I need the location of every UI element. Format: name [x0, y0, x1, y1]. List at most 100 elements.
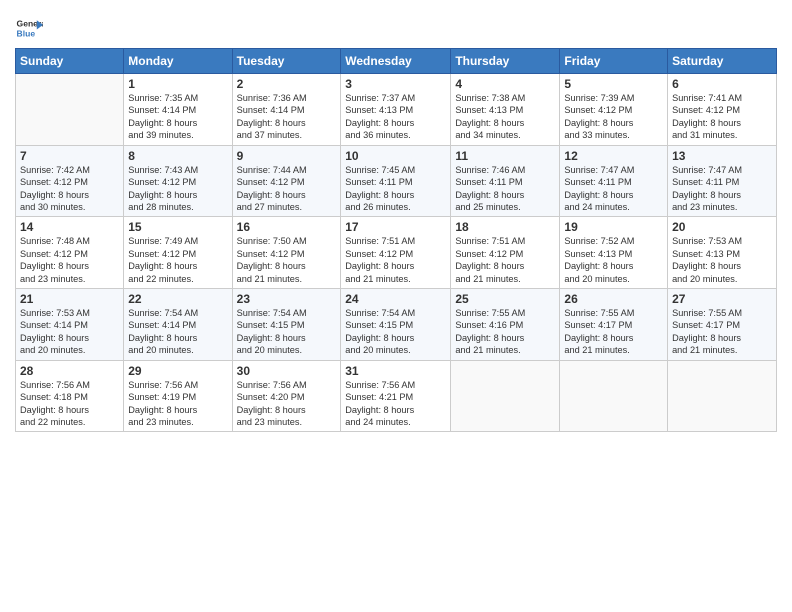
day-number: 22: [128, 292, 227, 306]
calendar-cell: 29Sunrise: 7:56 AM Sunset: 4:19 PM Dayli…: [124, 360, 232, 432]
calendar-cell: 10Sunrise: 7:45 AM Sunset: 4:11 PM Dayli…: [341, 145, 451, 217]
calendar-cell: [451, 360, 560, 432]
calendar-cell: [560, 360, 668, 432]
day-header: Monday: [124, 49, 232, 74]
cell-content: Sunrise: 7:51 AM Sunset: 4:12 PM Dayligh…: [345, 235, 446, 285]
cell-content: Sunrise: 7:56 AM Sunset: 4:20 PM Dayligh…: [237, 379, 337, 429]
calendar-cell: 26Sunrise: 7:55 AM Sunset: 4:17 PM Dayli…: [560, 289, 668, 361]
calendar-cell: 22Sunrise: 7:54 AM Sunset: 4:14 PM Dayli…: [124, 289, 232, 361]
day-number: 28: [20, 364, 119, 378]
calendar-week-row: 14Sunrise: 7:48 AM Sunset: 4:12 PM Dayli…: [16, 217, 777, 289]
cell-content: Sunrise: 7:48 AM Sunset: 4:12 PM Dayligh…: [20, 235, 119, 285]
day-number: 26: [564, 292, 663, 306]
day-number: 16: [237, 220, 337, 234]
cell-content: Sunrise: 7:43 AM Sunset: 4:12 PM Dayligh…: [128, 164, 227, 214]
day-number: 7: [20, 149, 119, 163]
cell-content: Sunrise: 7:51 AM Sunset: 4:12 PM Dayligh…: [455, 235, 555, 285]
day-number: 9: [237, 149, 337, 163]
cell-content: Sunrise: 7:39 AM Sunset: 4:12 PM Dayligh…: [564, 92, 663, 142]
day-number: 3: [345, 77, 446, 91]
day-number: 25: [455, 292, 555, 306]
day-header: Tuesday: [232, 49, 341, 74]
day-number: 8: [128, 149, 227, 163]
cell-content: Sunrise: 7:56 AM Sunset: 4:21 PM Dayligh…: [345, 379, 446, 429]
day-header: Wednesday: [341, 49, 451, 74]
calendar-cell: 3Sunrise: 7:37 AM Sunset: 4:13 PM Daylig…: [341, 74, 451, 146]
cell-content: Sunrise: 7:56 AM Sunset: 4:19 PM Dayligh…: [128, 379, 227, 429]
calendar-cell: 1Sunrise: 7:35 AM Sunset: 4:14 PM Daylig…: [124, 74, 232, 146]
day-number: 17: [345, 220, 446, 234]
day-number: 18: [455, 220, 555, 234]
calendar-cell: 30Sunrise: 7:56 AM Sunset: 4:20 PM Dayli…: [232, 360, 341, 432]
calendar-cell: 24Sunrise: 7:54 AM Sunset: 4:15 PM Dayli…: [341, 289, 451, 361]
calendar-cell: 23Sunrise: 7:54 AM Sunset: 4:15 PM Dayli…: [232, 289, 341, 361]
day-number: 1: [128, 77, 227, 91]
day-number: 5: [564, 77, 663, 91]
day-header: Sunday: [16, 49, 124, 74]
calendar-cell: 12Sunrise: 7:47 AM Sunset: 4:11 PM Dayli…: [560, 145, 668, 217]
day-number: 13: [672, 149, 772, 163]
calendar-cell: 9Sunrise: 7:44 AM Sunset: 4:12 PM Daylig…: [232, 145, 341, 217]
day-number: 6: [672, 77, 772, 91]
cell-content: Sunrise: 7:52 AM Sunset: 4:13 PM Dayligh…: [564, 235, 663, 285]
calendar-cell: 8Sunrise: 7:43 AM Sunset: 4:12 PM Daylig…: [124, 145, 232, 217]
cell-content: Sunrise: 7:37 AM Sunset: 4:13 PM Dayligh…: [345, 92, 446, 142]
day-header: Saturday: [668, 49, 777, 74]
day-number: 4: [455, 77, 555, 91]
day-number: 27: [672, 292, 772, 306]
calendar-header-row: SundayMondayTuesdayWednesdayThursdayFrid…: [16, 49, 777, 74]
day-header: Friday: [560, 49, 668, 74]
calendar-cell: 27Sunrise: 7:55 AM Sunset: 4:17 PM Dayli…: [668, 289, 777, 361]
cell-content: Sunrise: 7:55 AM Sunset: 4:16 PM Dayligh…: [455, 307, 555, 357]
day-number: 10: [345, 149, 446, 163]
day-number: 21: [20, 292, 119, 306]
day-number: 2: [237, 77, 337, 91]
header: General Blue: [15, 10, 777, 42]
cell-content: Sunrise: 7:53 AM Sunset: 4:14 PM Dayligh…: [20, 307, 119, 357]
day-number: 14: [20, 220, 119, 234]
day-header: Thursday: [451, 49, 560, 74]
cell-content: Sunrise: 7:42 AM Sunset: 4:12 PM Dayligh…: [20, 164, 119, 214]
cell-content: Sunrise: 7:50 AM Sunset: 4:12 PM Dayligh…: [237, 235, 337, 285]
calendar-cell: 25Sunrise: 7:55 AM Sunset: 4:16 PM Dayli…: [451, 289, 560, 361]
calendar-cell: 11Sunrise: 7:46 AM Sunset: 4:11 PM Dayli…: [451, 145, 560, 217]
calendar-cell: 21Sunrise: 7:53 AM Sunset: 4:14 PM Dayli…: [16, 289, 124, 361]
calendar-week-row: 7Sunrise: 7:42 AM Sunset: 4:12 PM Daylig…: [16, 145, 777, 217]
day-number: 20: [672, 220, 772, 234]
calendar-cell: 17Sunrise: 7:51 AM Sunset: 4:12 PM Dayli…: [341, 217, 451, 289]
calendar-cell: 31Sunrise: 7:56 AM Sunset: 4:21 PM Dayli…: [341, 360, 451, 432]
calendar-cell: 5Sunrise: 7:39 AM Sunset: 4:12 PM Daylig…: [560, 74, 668, 146]
calendar-cell: 6Sunrise: 7:41 AM Sunset: 4:12 PM Daylig…: [668, 74, 777, 146]
logo: General Blue: [15, 14, 46, 42]
day-number: 12: [564, 149, 663, 163]
calendar-week-row: 28Sunrise: 7:56 AM Sunset: 4:18 PM Dayli…: [16, 360, 777, 432]
cell-content: Sunrise: 7:45 AM Sunset: 4:11 PM Dayligh…: [345, 164, 446, 214]
cell-content: Sunrise: 7:44 AM Sunset: 4:12 PM Dayligh…: [237, 164, 337, 214]
cell-content: Sunrise: 7:38 AM Sunset: 4:13 PM Dayligh…: [455, 92, 555, 142]
calendar-cell: 19Sunrise: 7:52 AM Sunset: 4:13 PM Dayli…: [560, 217, 668, 289]
cell-content: Sunrise: 7:54 AM Sunset: 4:15 PM Dayligh…: [345, 307, 446, 357]
cell-content: Sunrise: 7:49 AM Sunset: 4:12 PM Dayligh…: [128, 235, 227, 285]
calendar-cell: 13Sunrise: 7:47 AM Sunset: 4:11 PM Dayli…: [668, 145, 777, 217]
cell-content: Sunrise: 7:47 AM Sunset: 4:11 PM Dayligh…: [564, 164, 663, 214]
calendar-cell: 16Sunrise: 7:50 AM Sunset: 4:12 PM Dayli…: [232, 217, 341, 289]
day-number: 15: [128, 220, 227, 234]
day-number: 24: [345, 292, 446, 306]
cell-content: Sunrise: 7:36 AM Sunset: 4:14 PM Dayligh…: [237, 92, 337, 142]
calendar-cell: 20Sunrise: 7:53 AM Sunset: 4:13 PM Dayli…: [668, 217, 777, 289]
calendar-cell: 15Sunrise: 7:49 AM Sunset: 4:12 PM Dayli…: [124, 217, 232, 289]
cell-content: Sunrise: 7:41 AM Sunset: 4:12 PM Dayligh…: [672, 92, 772, 142]
day-number: 29: [128, 364, 227, 378]
cell-content: Sunrise: 7:55 AM Sunset: 4:17 PM Dayligh…: [672, 307, 772, 357]
calendar-cell: [16, 74, 124, 146]
calendar-cell: 28Sunrise: 7:56 AM Sunset: 4:18 PM Dayli…: [16, 360, 124, 432]
calendar-cell: 2Sunrise: 7:36 AM Sunset: 4:14 PM Daylig…: [232, 74, 341, 146]
svg-text:Blue: Blue: [17, 29, 36, 39]
cell-content: Sunrise: 7:47 AM Sunset: 4:11 PM Dayligh…: [672, 164, 772, 214]
calendar-cell: 7Sunrise: 7:42 AM Sunset: 4:12 PM Daylig…: [16, 145, 124, 217]
calendar-cell: 14Sunrise: 7:48 AM Sunset: 4:12 PM Dayli…: [16, 217, 124, 289]
cell-content: Sunrise: 7:54 AM Sunset: 4:15 PM Dayligh…: [237, 307, 337, 357]
day-number: 19: [564, 220, 663, 234]
cell-content: Sunrise: 7:54 AM Sunset: 4:14 PM Dayligh…: [128, 307, 227, 357]
day-number: 31: [345, 364, 446, 378]
